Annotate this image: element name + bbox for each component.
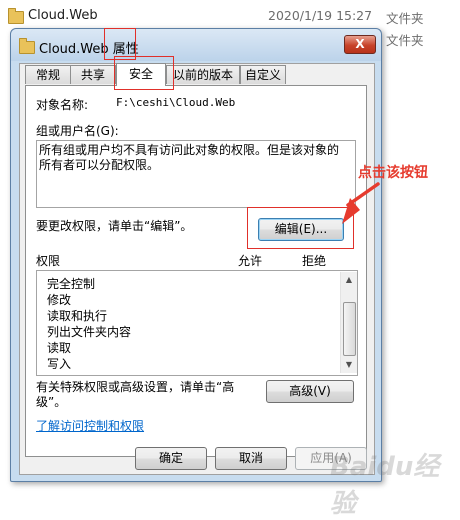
advanced-button[interactable]: 高级(V)	[266, 380, 354, 403]
permission-write: 写入	[47, 357, 72, 371]
allow-column-label: 允许	[238, 254, 263, 268]
explorer-row-date: 2020/1/19 15:27	[268, 8, 373, 23]
folder-icon	[8, 8, 24, 24]
folder-icon	[19, 38, 35, 54]
close-button[interactable]: X	[344, 35, 376, 54]
permissions-scrollbar[interactable]: ▲ ▼	[340, 272, 357, 373]
object-name-label: 对象名称:	[36, 98, 89, 112]
scroll-thumb[interactable]	[343, 302, 356, 356]
tab-sharing[interactable]: 共享	[70, 65, 116, 84]
annotation-text: 点击该按钮	[358, 165, 428, 181]
change-permissions-hint: 要更改权限，请单击“编辑”。	[36, 219, 193, 233]
advanced-hint: 有关特殊权限或高级设置，请单击“高级”。	[36, 380, 235, 409]
group-users-message: 所有组或用户均不具有访问此对象的权限。但是该对象的所有者可以分配权限。	[39, 143, 340, 172]
permission-full-control: 完全控制	[47, 277, 96, 291]
security-panel: 对象名称: F:\ceshi\Cloud.Web 组或用户名(G): 所有组或用…	[25, 85, 367, 457]
dialog-titlebar[interactable]: Cloud.Web 属性 X	[11, 29, 381, 61]
permission-read: 读取	[47, 341, 72, 355]
permission-list-folder: 列出文件夹内容	[47, 325, 132, 339]
permissions-list[interactable]: 完全控制 修改 读取和执行 列出文件夹内容 读取 写入 ▲ ▼	[36, 270, 358, 376]
object-name-value: F:\ceshi\Cloud.Web	[116, 96, 236, 109]
tab-general[interactable]: 常规	[25, 65, 71, 84]
explorer-row-type: 文件夹	[386, 33, 424, 48]
tab-security[interactable]: 安全	[116, 63, 166, 86]
explorer-row-name: Cloud.Web	[28, 8, 98, 23]
scroll-down-icon[interactable]: ▼	[341, 357, 357, 373]
group-users-label: 组或用户名(G):	[36, 124, 119, 138]
annotation-arrow-icon	[342, 182, 380, 224]
scroll-up-icon[interactable]: ▲	[341, 272, 357, 288]
tab-previous-versions[interactable]: 以前的版本	[166, 65, 240, 84]
permission-modify: 修改	[47, 293, 72, 307]
cancel-button[interactable]: 取消	[215, 447, 287, 470]
learn-access-control-link[interactable]: 了解访问控制和权限	[36, 417, 144, 434]
deny-column-label: 拒绝	[302, 254, 327, 268]
permissions-label: 权限	[36, 254, 61, 268]
ok-button[interactable]: 确定	[135, 447, 207, 470]
permission-read-execute: 读取和执行	[47, 309, 108, 323]
properties-dialog: Cloud.Web 属性 X 常规 共享 安全 以前的版本 自定义 对象名称: …	[10, 28, 382, 482]
tab-customize[interactable]: 自定义	[240, 65, 286, 84]
dialog-title-name: Cloud.Web	[39, 42, 109, 57]
watermark-text: Baidu经验	[330, 452, 440, 519]
